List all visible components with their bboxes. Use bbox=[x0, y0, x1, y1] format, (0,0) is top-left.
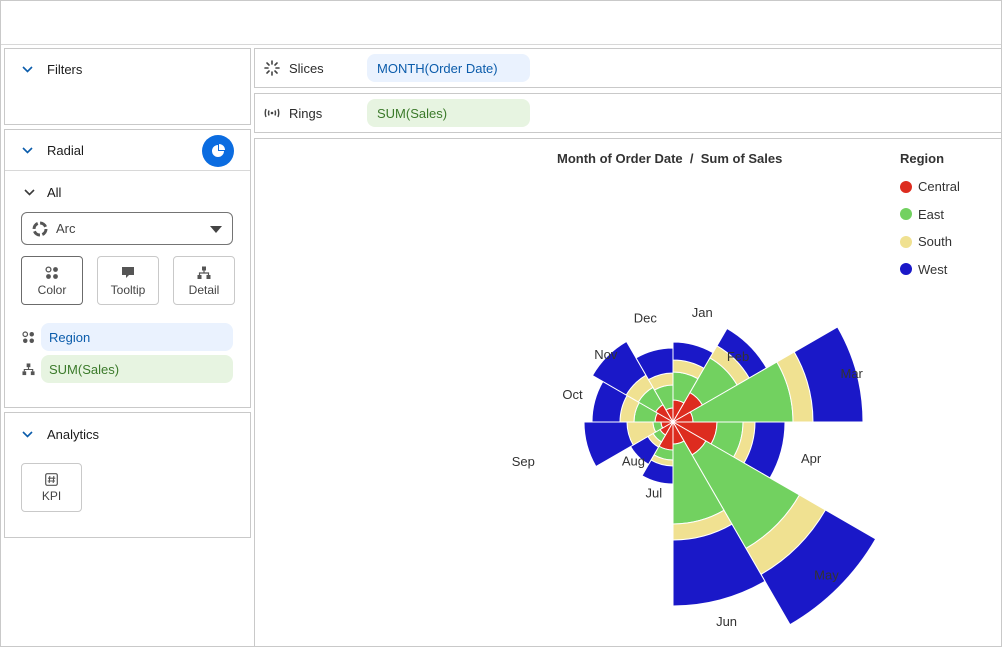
slice-label-sep: Sep bbox=[512, 454, 535, 469]
slice-label-dec: Dec bbox=[634, 311, 658, 326]
radial-chart: Jan Feb Mar Apr May Jun Jul Aug Sep Oct Nov Dec bbox=[512, 305, 877, 629]
slice-label-apr: Apr bbox=[801, 451, 822, 466]
slice-label-may: May bbox=[814, 567, 839, 582]
slice-label-jan: Jan bbox=[692, 305, 713, 320]
slice-label-jul: Jul bbox=[646, 485, 663, 500]
slice-label-jun: Jun bbox=[716, 614, 737, 629]
slice-label-nov: Nov bbox=[594, 347, 618, 362]
slice-label-feb: Feb bbox=[727, 349, 749, 364]
slice-label-mar: Mar bbox=[841, 366, 864, 381]
slice-label-oct: Oct bbox=[562, 387, 583, 402]
slice-label-aug: Aug bbox=[622, 454, 645, 469]
